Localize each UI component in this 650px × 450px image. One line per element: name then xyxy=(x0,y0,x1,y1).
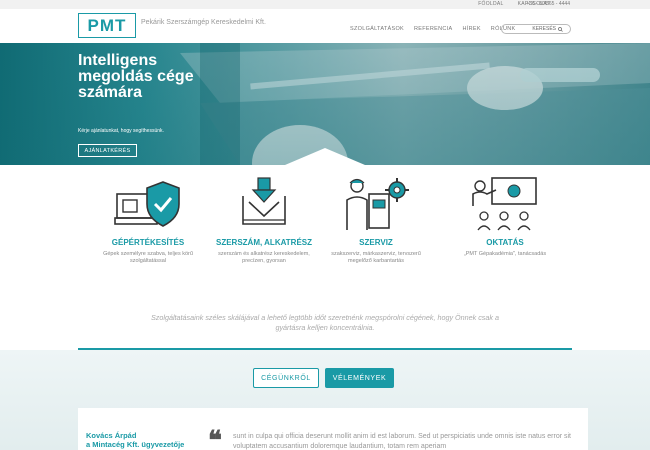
tab-about-us[interactable]: CÉGÜNKRŐL xyxy=(253,368,319,388)
author-role: a Mintacég Kft. ügyvezetője xyxy=(86,440,185,449)
training-class-icon xyxy=(472,177,537,231)
service-desc: Gépek személyre szabva, teljes körű szol… xyxy=(103,251,193,264)
service-machine-sales[interactable]: GÉPÉRTÉKESÍTÉS Gépek személyre szabva, t… xyxy=(93,176,203,265)
service-title: OKTATÁS xyxy=(486,238,524,247)
about-section: CÉGÜNKRŐL VÉLEMÉNYEK Kovács Árpád a Mint… xyxy=(0,350,650,450)
site-logo[interactable]: PMT xyxy=(78,13,136,38)
testimonial-card: Kovács Árpád a Mintacég Kft. ügyvezetője… xyxy=(78,408,588,450)
service-training[interactable]: OKTATÁS „PMT Gépakadémia", tanácsadás xyxy=(450,176,560,258)
nav-item-services[interactable]: SZOLGÁLTATÁSOK xyxy=(350,26,404,32)
nav-item-news[interactable]: HÍREK xyxy=(462,26,480,32)
service-desc: szerszám és alkatrész kereskedelem, prec… xyxy=(218,251,310,264)
phone-number[interactable]: +36 - 30/565 - 4444 xyxy=(526,1,570,7)
search-input[interactable]: KERESÉS xyxy=(501,24,571,34)
service-tools-parts[interactable]: SZERSZÁM, ALKATRÉSZ szerszám és alkatrés… xyxy=(209,176,319,265)
author-name: Kovács Árpád xyxy=(86,431,137,440)
quote-mark-icon: ❝ xyxy=(208,426,222,450)
testimonial-author: Kovács Árpád a Mintacég Kft. ügyvezetője xyxy=(86,431,184,449)
machine-shield-icon xyxy=(114,181,180,227)
press-tool-icon xyxy=(242,177,286,225)
technician-gear-icon xyxy=(346,178,409,230)
service-desc: „PMT Gépakadémia", tanácsadás xyxy=(463,251,547,257)
service-title: GÉPÉRTÉKESÍTÉS xyxy=(111,238,185,247)
quote-request-button[interactable]: AJÁNLATKÉRÉS xyxy=(78,144,137,157)
nav-item-references[interactable]: REFERENCIA xyxy=(414,26,452,32)
hero-title: Intelligens megoldás cége számára xyxy=(78,52,194,101)
service-desc: szakszerviz, márkaszerviz, tervszerű meg… xyxy=(331,251,421,264)
site-header: PMT Pekárik Szerszámgép Kereskedelmi Kft… xyxy=(0,9,650,43)
search-icon xyxy=(558,26,563,32)
search-label: KERESÉS xyxy=(532,26,556,32)
main-nav: SZOLGÁLTATÁSOK REFERENCIA HÍREK RÓLUNK xyxy=(350,26,516,32)
hero-notch xyxy=(285,148,365,165)
service-title: SZERVIZ xyxy=(359,238,393,247)
company-name: Pekárik Szerszámgép Kereskedelmi Kft. xyxy=(141,19,266,26)
logo-text: PMT xyxy=(87,15,127,35)
service-repair[interactable]: SZERVIZ szakszerviz, márkaszerviz, tervs… xyxy=(321,176,431,265)
tab-testimonials[interactable]: VÉLEMÉNYEK xyxy=(325,368,394,388)
hero-banner: Intelligens megoldás cége számára Kérje … xyxy=(0,43,650,165)
top-bar: FŐOLDAL KAPCSOLAT +36 - 30/565 - 4444 xyxy=(0,0,650,9)
testimonial-text: sunt in culpa qui officia deserunt molli… xyxy=(233,433,571,450)
hero-subtitle: Kérje ajánlatunkat, hogy segíthessünk. xyxy=(78,128,164,134)
top-link-home[interactable]: FŐOLDAL xyxy=(478,1,503,7)
service-title: SZERSZÁM, ALKATRÉSZ xyxy=(216,238,312,247)
intro-quote: Szolgáltatásaink széles skálájával a leh… xyxy=(150,313,499,332)
